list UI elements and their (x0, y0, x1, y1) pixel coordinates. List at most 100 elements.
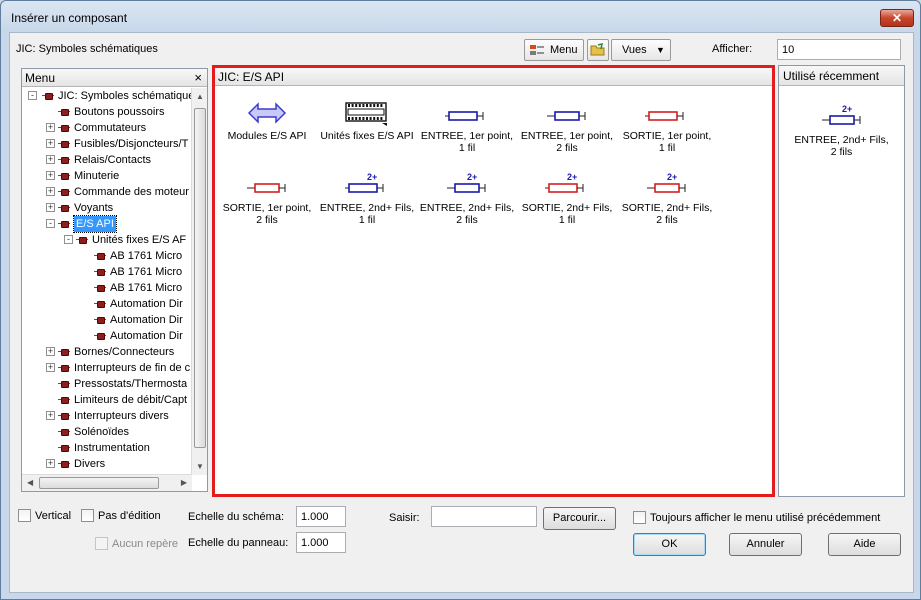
close-window-button[interactable]: ✕ (880, 9, 914, 27)
tree-item-label: Relais/Contacts (74, 154, 152, 166)
expand-icon[interactable]: + (46, 139, 55, 148)
menu-panel-header: Menu × (22, 69, 207, 87)
symbol-folder-icon (58, 221, 70, 228)
symbol-folder-icon (58, 141, 70, 148)
echelle-schema-input[interactable] (296, 506, 346, 527)
symbol-folder-icon (94, 269, 106, 276)
component-tile[interactable]: 2+ SORTIE, 2nd+ Fils, 1 fil (517, 168, 617, 226)
component-tile[interactable]: 2+ ENTREE, 2nd+ Fils, 2 fils (417, 168, 517, 226)
scroll-up-icon[interactable]: ▲ (196, 92, 204, 101)
tree-item-label: Minuterie (74, 170, 120, 182)
aucun-repere-checkbox[interactable]: Aucun repère (95, 537, 178, 550)
recent-panel-header: Utilisé récemment (779, 66, 904, 86)
menu-toggle-button[interactable]: Menu (524, 39, 584, 61)
open-folder-button[interactable] (587, 39, 609, 61)
recent-item[interactable]: 2+ ENTREE, 2nd+ Fils, 2 fils (784, 100, 899, 158)
svg-text:2+: 2+ (367, 172, 377, 182)
component-tile[interactable]: SORTIE, 1er point, 2 fils (217, 168, 317, 226)
pas-edition-checkbox-box[interactable] (81, 509, 94, 522)
saisir-input[interactable] (431, 506, 537, 527)
collapse-icon[interactable]: - (46, 219, 55, 228)
expand-icon[interactable]: + (46, 187, 55, 196)
svg-text:2+: 2+ (667, 172, 677, 182)
vertical-scroll-thumb[interactable] (194, 108, 206, 448)
component-label: Modules E/S API (227, 130, 307, 142)
tree-vertical-scrollbar[interactable]: ▲ ▼ (191, 88, 207, 475)
pas-edition-label: Pas d'édition (98, 509, 161, 522)
collapse-icon[interactable]: - (64, 235, 73, 244)
symbol-folder-icon (58, 365, 70, 372)
component-tile[interactable]: ENTREE, 1er point, 2 fils (517, 96, 617, 154)
component-tile[interactable]: Modules E/S API (217, 96, 317, 142)
component-sublabel: 2 fils (656, 214, 678, 226)
expand-icon[interactable]: + (46, 155, 55, 164)
views-dropdown-button[interactable]: Vues ▼ (611, 39, 671, 61)
component-tile[interactable]: 2+ ENTREE, 2nd+ Fils, 1 fil (317, 168, 417, 226)
scroll-down-icon[interactable]: ▼ (196, 462, 204, 471)
component-sublabel: 2 fils (256, 214, 278, 226)
recent-item-sublabel: 2 fils (830, 146, 853, 158)
close-menu-icon[interactable]: × (194, 70, 202, 85)
menu-tree-icon (530, 45, 544, 55)
expand-icon[interactable]: + (46, 459, 55, 468)
tree-item-label: Commutateurs (74, 122, 147, 134)
component-tile[interactable]: ENTREE, 1er point, 1 fil (417, 96, 517, 154)
tree-item-label: Divers (74, 458, 106, 470)
component-label: ENTREE, 1er point, (520, 130, 614, 142)
vertical-checkbox-box[interactable] (18, 509, 31, 522)
expand-icon[interactable]: + (46, 171, 55, 180)
pas-edition-checkbox[interactable]: Pas d'édition (81, 509, 161, 522)
tree-item-label: Voyants (74, 202, 114, 214)
expand-icon[interactable]: + (46, 123, 55, 132)
tree-item-label: Commande des moteur (74, 186, 189, 198)
component-tile[interactable]: Unités fixes E/S API (317, 96, 417, 142)
menu-tree[interactable]: - JIC: Symboles schématique Boutons pousso… (22, 88, 192, 475)
symbol-folder-icon (58, 397, 70, 404)
component-label: ENTREE, 1er point, (420, 130, 514, 142)
scroll-left-icon[interactable]: ◀ (27, 478, 33, 487)
aide-button[interactable]: Aide (828, 533, 901, 556)
component-sublabel: 2 fils (556, 142, 578, 154)
symbol-folder-icon (94, 333, 106, 340)
component-tile[interactable]: SORTIE, 1er point, 1 fil (617, 96, 717, 154)
component-label: SORTIE, 2nd+ Fils, (521, 202, 613, 214)
components-panel-header: JIC: E/S API (215, 68, 772, 86)
afficher-input[interactable] (777, 39, 901, 60)
library-label: JIC: Symboles schématiques (16, 43, 158, 55)
aucun-repere-checkbox-box[interactable] (95, 537, 108, 550)
symbol-folder-icon (58, 205, 70, 212)
vertical-checkbox[interactable]: Vertical (18, 509, 71, 522)
component-tile[interactable]: 2+ SORTIE, 2nd+ Fils, 2 fils (617, 168, 717, 226)
component-sublabel: 1 fil (358, 214, 376, 226)
chevron-down-icon: ▼ (656, 45, 665, 55)
tree-item-label: Interrupteurs divers (74, 410, 169, 422)
symbol-folder-icon (58, 445, 70, 452)
output-1wire-icon (617, 96, 717, 130)
svg-text:2+: 2+ (567, 172, 577, 182)
annuler-button[interactable]: Annuler (729, 533, 802, 556)
menu-panel-title: Menu (25, 71, 56, 85)
tree-horizontal-scrollbar[interactable]: ◀ ▶ (22, 474, 192, 491)
symbol-folder-icon (58, 109, 70, 116)
input-2plus-2wire-icon: 2+ (784, 100, 899, 134)
tree-item-label: Fusibles/Disjoncteurs/T (74, 138, 189, 150)
component-sublabel: 2 fils (456, 214, 478, 226)
insert-component-dialog: Insérer un composant ✕ JIC: Symboles sch… (0, 0, 921, 600)
expand-icon[interactable]: + (46, 411, 55, 420)
symbol-folder-icon (94, 301, 106, 308)
horizontal-scroll-thumb[interactable] (39, 477, 159, 489)
toujours-afficher-checkbox-box[interactable] (633, 511, 646, 524)
expand-icon[interactable]: + (46, 363, 55, 372)
expand-icon[interactable]: + (46, 347, 55, 356)
tree-item-label: Solénoïdes (74, 426, 130, 438)
toujours-afficher-checkbox[interactable]: Toujours afficher le menu utilisé précéd… (633, 511, 880, 524)
symbol-folder-icon (76, 237, 88, 244)
ok-button[interactable]: OK (633, 533, 706, 556)
output-2plus-2wire-icon: 2+ (617, 168, 717, 202)
expand-icon[interactable]: + (46, 203, 55, 212)
echelle-panneau-input[interactable] (296, 532, 346, 553)
scroll-right-icon[interactable]: ▶ (181, 478, 187, 487)
echelle-schema-label: Echelle du schéma: (188, 511, 284, 523)
collapse-icon[interactable]: - (28, 91, 37, 100)
parcourir-button[interactable]: Parcourir... (543, 507, 616, 530)
